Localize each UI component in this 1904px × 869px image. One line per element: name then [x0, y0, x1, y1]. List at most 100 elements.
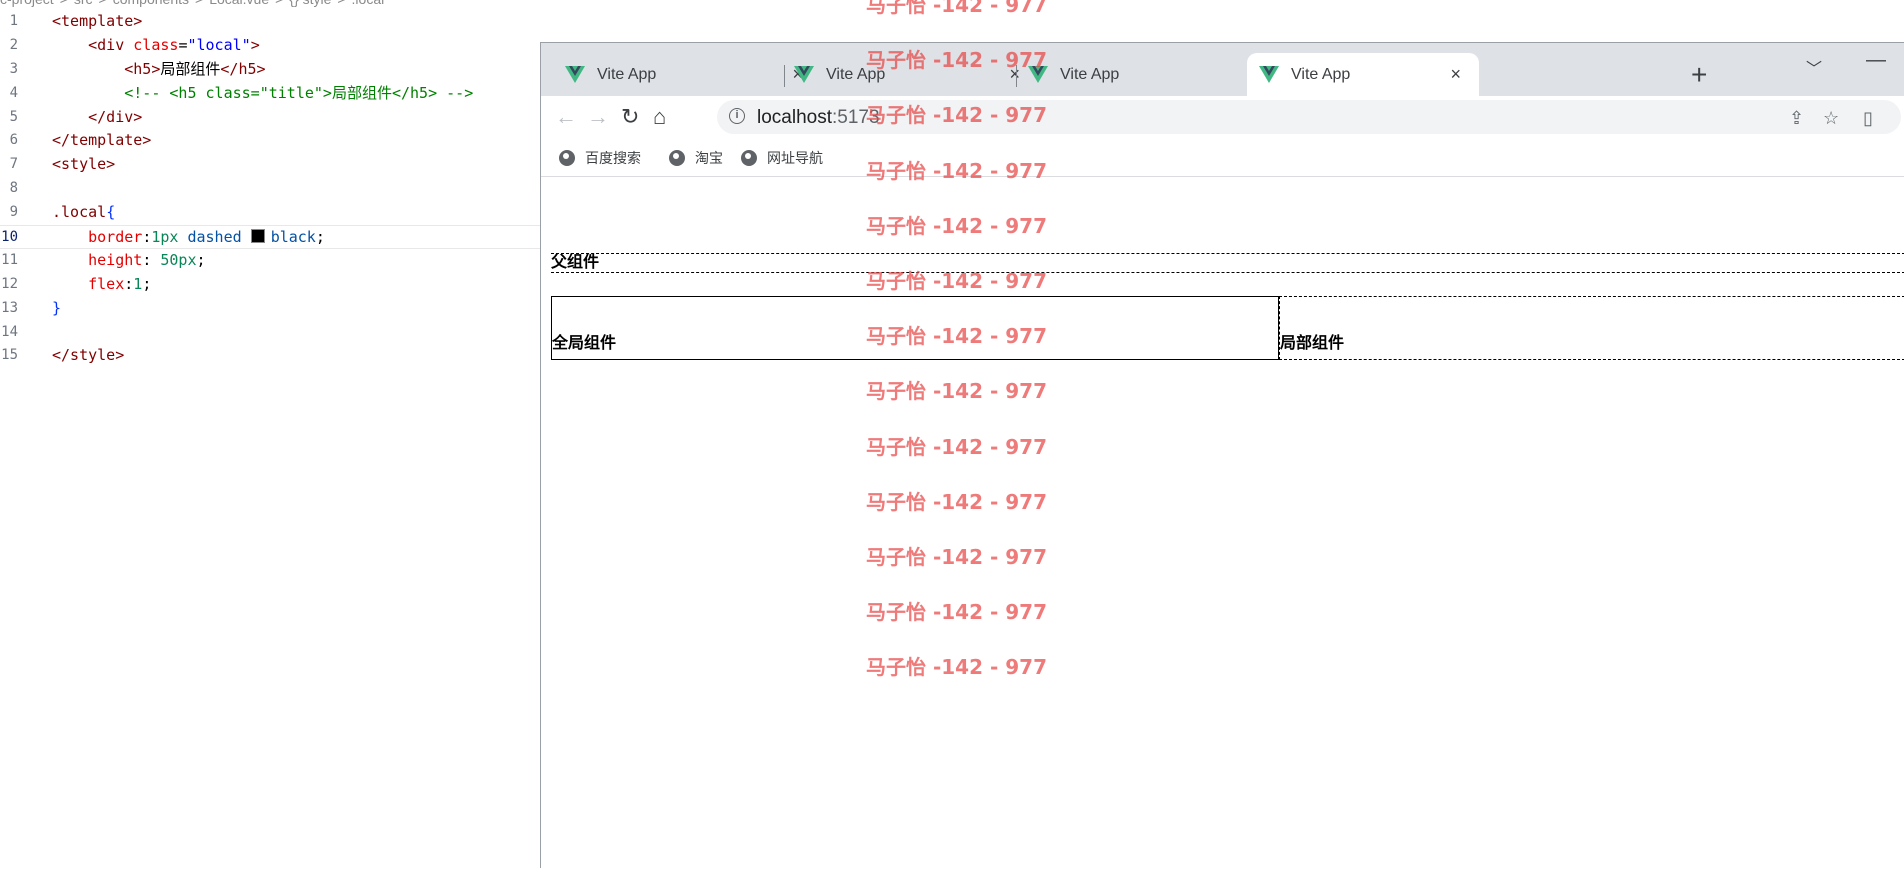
component-row: 全局组件 局部组件 [551, 296, 1904, 360]
code-token: </h5> [220, 59, 266, 78]
code-token: : [142, 250, 161, 269]
breadcrumb-item[interactable]: {} style [289, 0, 331, 7]
line-number: 1 [9, 13, 18, 29]
code-token: black [270, 228, 316, 247]
code-token: <template> [52, 12, 143, 30]
code-token: 1 [133, 274, 143, 293]
bookmark-label: 网址导航 [767, 150, 823, 166]
code-line[interactable]: 1 <template> [0, 10, 540, 34]
code-token: </template> [52, 131, 152, 150]
breadcrumb-item[interactable]: Local.vue [209, 0, 269, 7]
breadcrumb-item[interactable]: components [113, 0, 189, 7]
bookmark-label: 淘宝 [695, 150, 723, 166]
breadcrumb-separator: > [275, 0, 283, 7]
tab-vite-app-1[interactable]: Vite App × [541, 53, 821, 96]
tab-vite-app-active[interactable]: Vite App × [1247, 53, 1479, 96]
reload-icon[interactable]: ↻ [621, 104, 639, 130]
bookmark-label: 百度搜索 [585, 150, 641, 166]
breadcrumb-separator: > [337, 0, 345, 7]
code-line[interactable]: 2 <div class="local"> [0, 34, 540, 58]
code-token: 局部组件 [160, 59, 221, 78]
line-number: 6 [9, 132, 18, 149]
line-number: 4 [9, 84, 18, 101]
line-number: 7 [9, 156, 18, 173]
site-info-icon[interactable]: i [729, 108, 745, 124]
address-bar[interactable]: i localhost:5173 ⇪ ☆ ▯ [717, 100, 1901, 134]
code-line[interactable]: 14 [0, 321, 540, 345]
code-token: { [106, 203, 116, 222]
code-token: <style> [52, 155, 116, 174]
code-token: <h5> [124, 59, 161, 78]
bookmark-star-icon[interactable]: ☆ [1823, 108, 1839, 129]
page-viewport: 父组件 全局组件 局部组件 [541, 177, 1904, 869]
bookmark-taobao[interactable]: 淘宝 [669, 148, 723, 168]
url-port: :5173 [832, 107, 880, 128]
address-url[interactable]: localhost:5173 [757, 107, 880, 129]
breadcrumb-item[interactable]: src [74, 0, 93, 7]
bookmarks-bar: 百度搜索 淘宝 网址导航 [541, 140, 1904, 177]
code-line[interactable]: 6 </template> [0, 129, 540, 153]
code-line[interactable]: 12 flex:1; [0, 273, 540, 297]
tab-divider [784, 65, 785, 87]
code-token: : [142, 228, 152, 247]
tab-title: Vite App [597, 65, 657, 83]
code-line[interactable]: 5 </div> [0, 106, 540, 130]
share-icon[interactable]: ⇪ [1789, 108, 1804, 129]
tab-search-chevron-icon[interactable]: ﹀ [1806, 55, 1822, 79]
code-editor[interactable]: c-project > src > components > Local.vue > {} st… [0, 0, 540, 868]
code-token: > [250, 35, 260, 54]
code-text: } [52, 297, 61, 321]
code-text: </div> [52, 106, 142, 130]
tab-title: Vite App [1060, 65, 1120, 83]
url-host: localhost [757, 107, 832, 128]
code-line[interactable]: 13} [0, 297, 540, 321]
code-line[interactable]: 15 </style> [0, 344, 540, 368]
forward-arrow-icon[interactable]: → [587, 104, 609, 130]
bookmark-url-nav[interactable]: 网址导航 [741, 148, 823, 168]
breadcrumb-item[interactable]: .local [352, 0, 385, 7]
code-token: </div> [88, 107, 143, 126]
code-line[interactable]: 7 <style> [0, 153, 540, 177]
code-line[interactable]: 8 [0, 177, 540, 201]
code-line[interactable]: 11 height: 50px; [0, 249, 540, 273]
minimize-button[interactable]: — [1866, 49, 1886, 72]
globe-icon [669, 150, 685, 166]
code-token: flex [88, 274, 125, 293]
bookmark-baidu-search[interactable]: 百度搜索 [559, 148, 641, 168]
code-text: height: 50px; [52, 249, 206, 273]
code-token: .local [52, 203, 107, 222]
code-token: ; [196, 250, 206, 269]
code-token: : [124, 274, 134, 293]
breadcrumb-item[interactable]: c-project [0, 0, 54, 7]
close-icon[interactable]: × [1450, 64, 1461, 85]
code-token: <div [88, 35, 134, 54]
code-token: border [88, 228, 143, 247]
code-token: </style> [52, 346, 125, 365]
code-line[interactable]: 9 .local{ [0, 201, 540, 225]
code-token: ; [142, 274, 152, 293]
tab-vite-app-3[interactable]: Vite App × [1004, 53, 1286, 96]
code-token: dashed [187, 228, 242, 247]
home-icon[interactable]: ⌂ [653, 104, 666, 130]
side-panel-icon[interactable]: ▯ [1863, 108, 1873, 129]
color-swatch-icon[interactable] [250, 229, 265, 244]
code-token: class [133, 35, 179, 54]
code-line[interactable]: 3 <h5>局部组件</h5> [0, 58, 540, 82]
code-lines[interactable]: 1 <template> 2 <div class="local"> 3 <h5>局部… [0, 10, 540, 368]
local-component: 局部组件 [1279, 296, 1904, 360]
code-token: 1px [151, 228, 179, 247]
globe-icon [559, 150, 575, 166]
code-token: 50px [160, 250, 197, 269]
code-line[interactable]: 10 border:1px dashed black; [0, 225, 540, 249]
vue-logo-icon [1259, 65, 1279, 83]
breadcrumb-separator: > [99, 0, 107, 7]
line-number: 3 [9, 60, 18, 77]
vue-logo-icon [1028, 65, 1048, 83]
code-line[interactable]: 4 <!-- <h5 class="title">局部组件</h5> --> [0, 82, 540, 106]
back-arrow-icon[interactable]: ← [555, 104, 577, 130]
line-number: 14 [1, 323, 18, 340]
new-tab-button[interactable]: + [1691, 59, 1707, 91]
tab-title: Vite App [826, 65, 886, 83]
